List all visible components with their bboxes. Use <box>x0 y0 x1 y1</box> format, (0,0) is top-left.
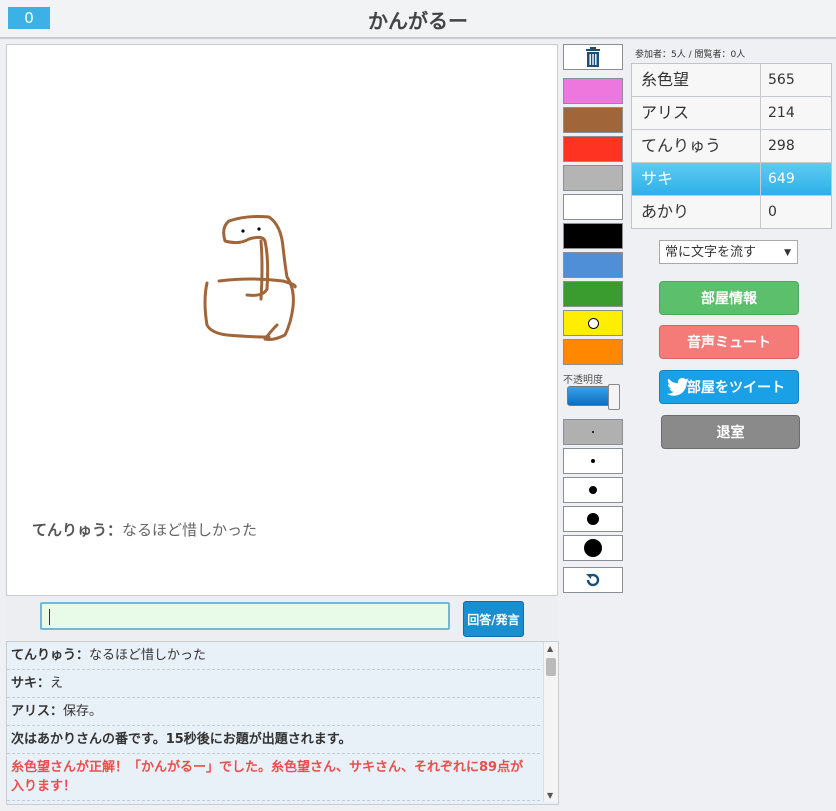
selected-color-marker <box>588 318 599 329</box>
twitter-bird-icon <box>667 377 689 396</box>
canvas-chat-overlay: てんりゅう：なるほど惜しかった <box>32 519 257 540</box>
scroll-up-icon[interactable]: ▲ <box>547 644 553 653</box>
brush-dot-icon <box>589 486 597 494</box>
brush-dot-icon <box>591 459 595 463</box>
color-swatch[interactable] <box>563 223 623 249</box>
player-score: 298 <box>768 138 795 154</box>
color-swatch[interactable] <box>563 281 623 307</box>
answer-row: 回答/発言 <box>6 596 557 640</box>
scroll-mode-select[interactable]: 常に文字を流す ▼ <box>659 240 798 264</box>
undo-button[interactable] <box>563 567 623 593</box>
drawing-canvas[interactable]: てんりゅう：なるほど惜しかった <box>6 44 558 596</box>
chat-correct-message: 糸色望さんが正解！「かんがるー」でした。糸色望さん、サキさん、それぞれに89点が… <box>7 754 540 801</box>
exit-room-button[interactable]: 退室 <box>661 415 800 449</box>
drawing-strokes <box>203 215 297 341</box>
chat-user: てんりゅう： <box>11 648 90 663</box>
player-score: 0 <box>768 204 777 220</box>
chat-line: てんりゅう：なるほど惜しかった <box>7 642 540 670</box>
page-title: かんがるー <box>368 9 468 33</box>
chat-line: サキ：え <box>7 670 540 698</box>
chat-text: なるほど惜しかった <box>89 648 207 663</box>
chat-system-message: 次はあかりさんの番です。15秒後にお題が出題されます。 <box>7 726 540 754</box>
color-swatch[interactable] <box>563 78 623 104</box>
color-swatch[interactable] <box>563 310 623 336</box>
chat-user: サキ： <box>11 676 51 691</box>
player-name: あかり <box>632 196 761 228</box>
room-info-button[interactable]: 部屋情報 <box>659 281 799 315</box>
tweet-button[interactable]: 部屋をツイート <box>659 370 799 404</box>
overlay-user: てんりゅう： <box>32 521 123 539</box>
scroll-mode-value: 常に文字を流す <box>665 245 757 260</box>
trash-icon <box>586 47 600 67</box>
player-score: 214 <box>768 105 795 121</box>
color-swatch[interactable] <box>563 165 623 191</box>
brush-size-3-button[interactable] <box>563 477 623 503</box>
player-list: 糸色望 565 アリス 214 てんりゅう 298 サキ 649 あかり 0 <box>631 63 832 229</box>
color-swatch[interactable] <box>563 136 623 162</box>
undo-icon <box>586 573 600 587</box>
brush-size-2-button[interactable] <box>563 448 623 474</box>
player-name: アリス <box>632 97 761 129</box>
brush-size-1-button[interactable] <box>563 419 623 445</box>
answer-submit-button[interactable]: 回答/発言 <box>463 601 524 637</box>
clear-canvas-button[interactable] <box>563 44 623 70</box>
tweet-label: 部屋をツイート <box>687 380 785 396</box>
brush-dot-icon <box>592 431 594 433</box>
chat-text: え <box>50 676 64 691</box>
chat-log[interactable]: てんりゅう：なるほど惜しかった サキ：え アリス：保存。 次はあかりさんの番です… <box>6 641 559 805</box>
color-swatch[interactable] <box>563 194 623 220</box>
player-name: サキ <box>632 163 761 195</box>
text-caret <box>49 609 50 625</box>
answer-input[interactable] <box>40 602 450 630</box>
top-bar: 0 かんがるー <box>0 0 836 39</box>
player-score: 649 <box>768 171 795 187</box>
chevron-down-icon: ▼ <box>784 248 791 258</box>
color-swatch[interactable] <box>563 339 623 365</box>
brush-size-5-button[interactable] <box>563 535 623 561</box>
player-row: てんりゅう 298 <box>632 130 831 163</box>
opacity-slider-handle[interactable] <box>608 384 620 410</box>
chat-text: 保存。 <box>63 704 103 719</box>
scroll-thumb[interactable] <box>546 658 556 676</box>
brush-dot-icon <box>587 513 599 525</box>
player-score: 565 <box>768 72 795 88</box>
player-row: あかり 0 <box>632 196 831 228</box>
player-row: アリス 214 <box>632 97 831 130</box>
color-swatch[interactable] <box>563 252 623 278</box>
player-row-active: サキ 649 <box>632 163 831 196</box>
player-name: てんりゅう <box>632 130 761 162</box>
opacity-slider[interactable] <box>567 384 620 410</box>
chat-user: アリス： <box>11 704 64 719</box>
scroll-down-icon[interactable]: ▼ <box>547 791 553 800</box>
player-row: 糸色望 565 <box>632 64 831 97</box>
brush-dot-icon <box>584 539 602 557</box>
chat-scrollbar[interactable]: ▲ ▼ <box>543 642 558 802</box>
brush-size-4-button[interactable] <box>563 506 623 532</box>
chat-line: アリス：保存。 <box>7 698 540 726</box>
opacity-label: 不透明度 <box>563 375 603 386</box>
color-swatch[interactable] <box>563 107 623 133</box>
player-name: 糸色望 <box>632 64 761 96</box>
mute-button[interactable]: 音声ミュート <box>659 325 799 359</box>
overlay-text: なるほど惜しかった <box>122 521 258 539</box>
participants-info: 参加者：5人 / 閲覧者：0人 <box>635 50 746 60</box>
